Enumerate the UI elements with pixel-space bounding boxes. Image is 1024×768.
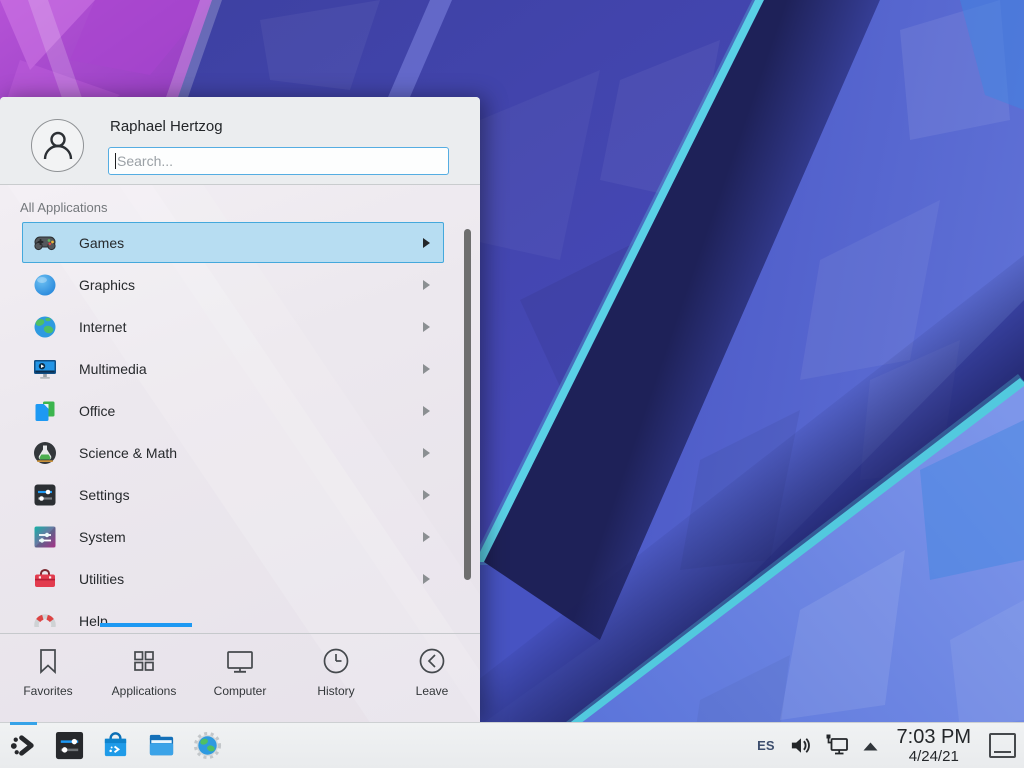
app-grid-icon: [128, 645, 160, 677]
submenu-arrow-icon: [423, 574, 430, 584]
menu-item-utilities[interactable]: Utilities: [0, 558, 480, 600]
submenu-arrow-icon: [423, 490, 430, 500]
submenu-arrow-icon: [423, 364, 430, 374]
menu-item-system[interactable]: System: [0, 516, 480, 558]
utilities-toolbox-icon: [32, 566, 58, 592]
search-placeholder: Search...: [117, 153, 173, 169]
text-caret: [115, 153, 116, 169]
desktop: Raphael Hertzog Search... All Applicatio…: [0, 0, 1024, 768]
launcher-header: Raphael Hertzog Search...: [0, 97, 480, 185]
menu-item-settings[interactable]: Settings: [0, 474, 480, 516]
submenu-arrow-icon: [423, 406, 430, 416]
office-documents-icon: [32, 398, 58, 424]
menu-item-multimedia[interactable]: Multimedia: [0, 348, 480, 390]
volume-icon[interactable]: [789, 734, 812, 757]
web-browser-task-button[interactable]: [192, 730, 223, 761]
submenu-arrow-icon: [423, 532, 430, 542]
submenu-arrow-icon: [423, 280, 430, 290]
menu-item-internet[interactable]: Internet: [0, 306, 480, 348]
globe-icon: [32, 314, 58, 340]
search-input[interactable]: Search...: [108, 147, 449, 175]
dolphin-folder-icon: [146, 730, 177, 761]
submenu-arrow-icon: [423, 238, 430, 248]
history-clock-icon: [320, 645, 352, 677]
launcher-tabbar: Favorites Applications Computer: [0, 634, 480, 722]
tab-favorites[interactable]: Favorites: [0, 634, 96, 722]
user-avatar[interactable]: [31, 119, 84, 172]
graphics-sphere-icon: [32, 272, 58, 298]
discover-task-button[interactable]: [100, 730, 131, 761]
discover-icon: [100, 730, 131, 761]
list-scrollbar[interactable]: [464, 229, 471, 580]
browser-globe-gear-icon: [192, 730, 223, 761]
wired-network-icon[interactable]: [824, 733, 850, 759]
menu-item-graphics[interactable]: Graphics: [0, 264, 480, 306]
user-name: Raphael Hertzog: [110, 118, 223, 135]
science-flask-icon: [32, 440, 58, 466]
file-manager-task-button[interactable]: [146, 730, 177, 761]
menu-item-games[interactable]: Games: [0, 222, 480, 264]
expand-tray-arrow-icon[interactable]: [862, 740, 879, 752]
show-desktop-button[interactable]: [989, 733, 1016, 758]
computer-monitor-icon: [224, 645, 256, 677]
menu-item-office[interactable]: Office: [0, 390, 480, 432]
keyboard-layout-indicator[interactable]: ES: [757, 738, 774, 753]
tab-applications[interactable]: Applications: [96, 634, 192, 722]
kde-launcher-button[interactable]: [8, 730, 39, 761]
system-settings-task-button[interactable]: [54, 730, 85, 761]
submenu-arrow-icon: [423, 322, 430, 332]
kde-launcher-icon: [8, 730, 39, 761]
bookmark-icon: [32, 645, 64, 677]
tab-history[interactable]: History: [288, 634, 384, 722]
tab-computer[interactable]: Computer: [192, 634, 288, 722]
menu-item-help[interactable]: Help: [0, 600, 480, 627]
submenu-arrow-icon: [423, 448, 430, 458]
menu-item-science-math[interactable]: Science & Math: [0, 432, 480, 474]
system-sliders-icon: [32, 524, 58, 550]
digital-clock[interactable]: 7:03 PM 4/24/21: [897, 727, 971, 764]
application-launcher-menu: Raphael Hertzog Search... All Applicatio…: [0, 97, 480, 722]
help-lifebuoy-icon: [32, 608, 58, 627]
clock-time: 7:03 PM: [897, 727, 971, 747]
system-tray: ES: [757, 727, 1016, 764]
multimedia-monitor-icon: [32, 356, 58, 382]
leave-back-circle-icon: [416, 645, 448, 677]
application-category-list: Games Graphics: [0, 222, 480, 627]
gamepad-icon: [32, 230, 58, 256]
taskbar-panel: ES: [0, 722, 1024, 768]
tab-leave[interactable]: Leave: [384, 634, 480, 722]
clock-date: 4/24/21: [897, 749, 971, 764]
active-tab-indicator: [100, 623, 192, 627]
system-settings-icon: [54, 730, 85, 761]
settings-sliders-icon: [32, 482, 58, 508]
section-label: All Applications: [20, 200, 107, 215]
launcher-active-indicator: [10, 722, 37, 725]
person-icon: [38, 126, 78, 166]
